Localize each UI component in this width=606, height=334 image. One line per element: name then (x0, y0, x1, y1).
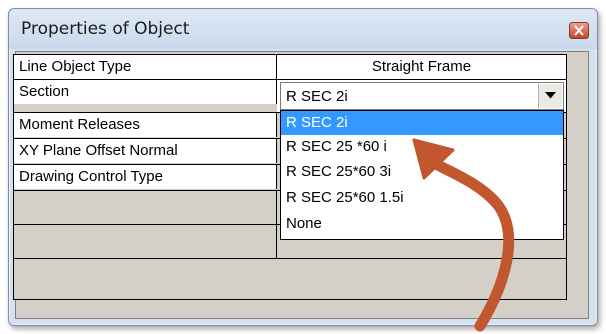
annotation-arrow (412, 138, 515, 332)
